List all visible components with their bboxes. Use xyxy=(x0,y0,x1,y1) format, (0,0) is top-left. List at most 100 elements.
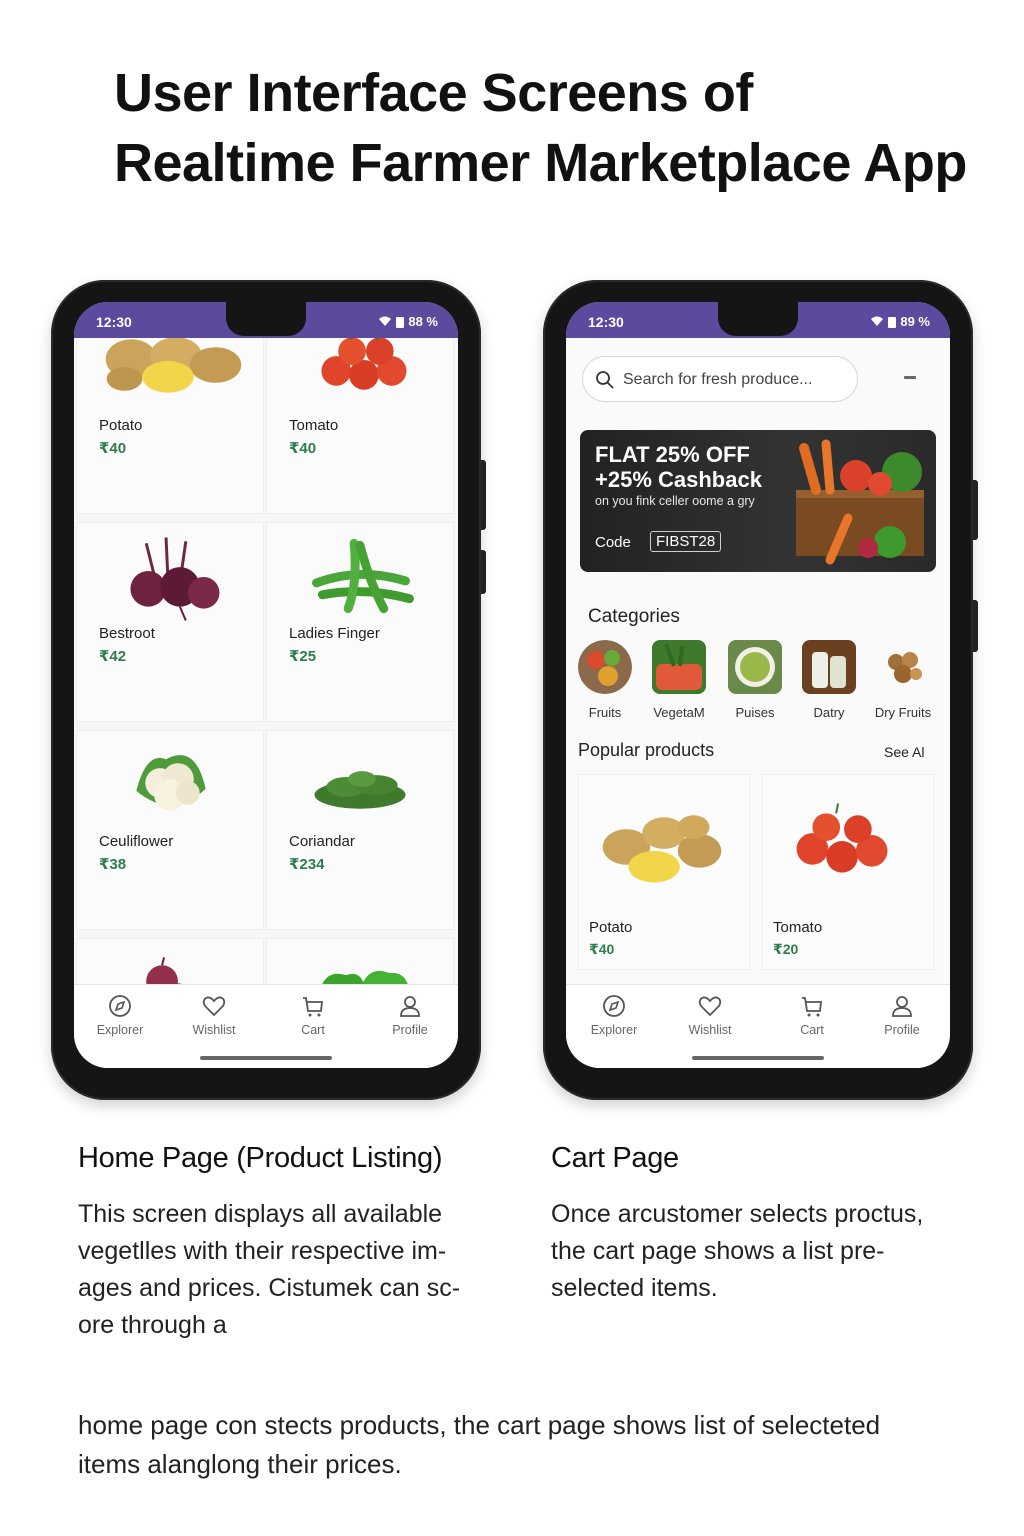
heart-icon xyxy=(202,996,226,1017)
tomato-image xyxy=(321,338,407,390)
category-label: Puises xyxy=(735,705,775,720)
product-price: ₹25 xyxy=(289,648,317,665)
fruits-thumbnail xyxy=(578,640,632,694)
footer-note: home page con stects products, the cart … xyxy=(78,1406,978,1484)
page-title: User Interface Screens of Realtime Farme… xyxy=(114,58,1014,198)
battery-icon xyxy=(888,316,897,328)
banner-subtext: on you fink celler oome a gry xyxy=(595,494,755,508)
heart-icon xyxy=(698,996,722,1017)
search-icon xyxy=(596,371,614,389)
nav-explorer[interactable]: Explorer xyxy=(80,993,160,1037)
promo-banner[interactable]: FLAT 25% OFF +25% Cashback on you fink c… xyxy=(580,430,936,572)
volume-button xyxy=(481,460,486,530)
minus-icon[interactable] xyxy=(904,376,916,379)
product-name: Ladies Finger xyxy=(289,625,380,642)
nav-cart-label: Cart xyxy=(301,1023,325,1037)
nav-cart[interactable]: Cart xyxy=(772,993,852,1037)
onion-image xyxy=(146,957,182,984)
home-indicator[interactable] xyxy=(200,1056,332,1060)
nav-wishlist[interactable]: Wishlist xyxy=(174,993,254,1037)
wifi-icon xyxy=(871,316,884,326)
product-name: Potato xyxy=(589,919,633,936)
okra-image xyxy=(312,538,414,614)
product-price: ₹42 xyxy=(99,648,127,665)
nav-profile[interactable]: Profile xyxy=(862,993,942,1037)
product-card-ladies-finger[interactable]: Ladies Finger ₹25 xyxy=(266,522,454,722)
cart-screen: 12:30 89 % Search for fresh produce... F… xyxy=(566,302,950,1068)
category-fruits[interactable]: Fruits xyxy=(572,640,638,720)
nav-wishlist-label: Wishlist xyxy=(688,1023,732,1037)
product-name: Potato xyxy=(99,417,143,434)
category-label: Fruits xyxy=(588,705,622,720)
nav-profile[interactable]: Profile xyxy=(370,993,450,1037)
category-vegetables[interactable]: VegetaM xyxy=(646,640,712,720)
cart-caption-line: the cart page shows a list pre- xyxy=(551,1237,885,1265)
nav-explorer-label: Explorer xyxy=(96,1023,144,1037)
product-card-capsicum[interactable] xyxy=(266,938,454,984)
user-icon xyxy=(892,996,912,1017)
coriander-image xyxy=(314,771,406,809)
search-placeholder: Search for fresh produce... xyxy=(623,371,813,388)
banner-code-label: Code xyxy=(595,534,631,551)
category-dry-fruits[interactable]: Dry Fruits xyxy=(870,640,936,720)
nav-cart[interactable]: Cart xyxy=(273,993,353,1037)
banner-cashback: +25% Cashback xyxy=(595,467,762,492)
product-name: Tomato xyxy=(289,417,339,434)
bottom-navigation: Explorer Wishlist Cart Profile xyxy=(74,984,458,1068)
wifi-icon xyxy=(379,316,392,326)
product-card-coriander[interactable]: Coriandar ₹234 xyxy=(266,730,454,930)
dry-fruits-thumbnail xyxy=(876,640,930,694)
nav-explorer[interactable]: Explorer xyxy=(574,993,654,1037)
nav-wishlist[interactable]: Wishlist xyxy=(670,993,750,1037)
home-caption-line: ore through a xyxy=(78,1311,227,1339)
product-grid[interactable]: Potato ₹40 Tomato ₹40 Bestroot ₹42 Ladie… xyxy=(74,338,458,984)
product-card-cauliflower[interactable]: Ceuliflower ₹38 xyxy=(76,730,264,930)
nav-wishlist-label: Wishlist xyxy=(192,1023,236,1037)
cart-icon xyxy=(303,997,324,1017)
status-time: 12:30 xyxy=(96,314,132,330)
home-caption-line: ages and prices. Cistumek can sc- xyxy=(78,1274,461,1302)
nav-profile-label: Profile xyxy=(884,1023,920,1037)
cart-caption-line: selected items. xyxy=(551,1274,718,1302)
beetroot-image xyxy=(130,537,220,621)
user-icon xyxy=(400,996,420,1017)
page-title-line-1: User Interface Screens of xyxy=(114,63,753,123)
vegetables-thumbnail xyxy=(652,640,706,694)
category-pulses[interactable]: Puises xyxy=(722,640,788,720)
battery-level: 89 % xyxy=(900,314,930,329)
popular-products-title: Popular products xyxy=(578,740,715,760)
cart-caption-body: Once arcustomer selects proctus, the car… xyxy=(551,1196,971,1307)
home-caption-line: This screen displays all available xyxy=(78,1200,443,1228)
product-price: ₹38 xyxy=(99,856,127,873)
category-label: Dry Fruits xyxy=(874,705,932,720)
camera-notch xyxy=(718,302,798,336)
cart-icon xyxy=(802,997,823,1017)
popular-card-tomato[interactable]: Tomato ₹20 xyxy=(762,774,934,970)
status-icons: 88 % xyxy=(378,314,438,329)
nav-profile-label: Profile xyxy=(392,1023,428,1037)
vegetable-basket-image xyxy=(796,439,924,565)
product-card-tomato[interactable]: Tomato ₹40 xyxy=(266,338,454,514)
tomato-image xyxy=(796,803,888,873)
cart-phone-frame: 12:30 89 % Search for fresh produce... F… xyxy=(543,280,978,1100)
home-indicator[interactable] xyxy=(692,1056,824,1060)
category-dairy[interactable]: Datry xyxy=(796,640,862,720)
category-label: VegetaM xyxy=(653,705,705,720)
see-all-link[interactable]: See Al xyxy=(884,744,924,760)
pulses-thumbnail xyxy=(728,640,782,694)
dairy-thumbnail xyxy=(802,640,856,694)
search-input[interactable]: Search for fresh produce... xyxy=(582,356,858,402)
banner-code-value[interactable]: FIBST28 xyxy=(650,531,722,552)
popular-card-potato[interactable]: Potato ₹40 xyxy=(578,774,750,970)
product-price: ₹40 xyxy=(589,941,615,957)
product-card-beetroot[interactable]: Bestroot ₹42 xyxy=(76,522,264,722)
footer-line: home page con stects products, the cart … xyxy=(78,1410,881,1440)
page-title-line-2: Realtime Farmer Marketplace App xyxy=(114,133,967,193)
home-caption-body: This screen displays all available veget… xyxy=(78,1196,498,1344)
product-card-potato[interactable]: Potato ₹40 xyxy=(76,338,264,514)
product-name: Tomato xyxy=(773,919,823,936)
capsicum-image xyxy=(322,970,408,984)
category-label: Datry xyxy=(813,705,845,720)
camera-notch xyxy=(226,302,306,336)
product-card-onion[interactable] xyxy=(76,938,264,984)
